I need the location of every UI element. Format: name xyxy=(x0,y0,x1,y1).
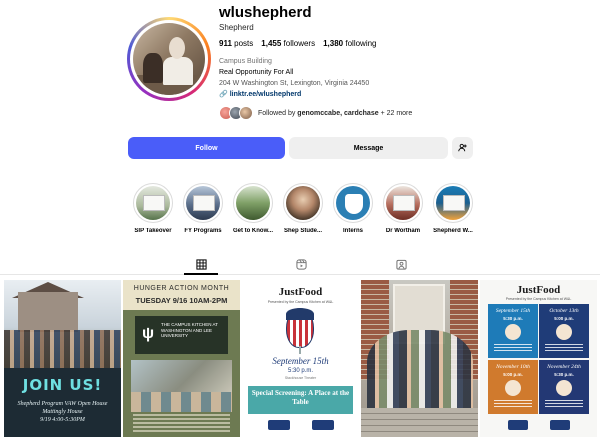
profile-avatar[interactable] xyxy=(127,17,211,101)
post-tile-justfood-screening[interactable]: JustFood Presented by the Campus Kitchen… xyxy=(242,280,359,437)
post-headline: JOIN US! xyxy=(22,376,103,394)
highlight-cover xyxy=(286,186,320,220)
highlight-cover xyxy=(136,186,170,220)
calendar-cell: October 13th 5:00 p.m. xyxy=(539,304,589,358)
post-logo-text: THE CAMPUS KITCHEN AT WASHINGTON AND LEE… xyxy=(161,322,218,338)
highlight-label: SIP Takeover xyxy=(134,228,172,234)
follow-button[interactable]: Follow xyxy=(128,137,285,159)
follower-avatar xyxy=(239,106,253,120)
highlight-label: Shep Stude... xyxy=(283,228,322,234)
tab-tagged[interactable] xyxy=(394,259,408,273)
post-caption: Shepherd Program VAW Open House Mattingl… xyxy=(17,401,108,423)
post-tile-hunger-action[interactable]: HUNGER ACTION MONTH TUESDAY 9/16 10AM-2P… xyxy=(123,280,240,437)
post-tile-group-photo[interactable] xyxy=(361,280,478,437)
highlight-shepherd-w[interactable]: Shepherd W... xyxy=(433,183,473,234)
highlight-interns[interactable]: Interns xyxy=(333,183,373,234)
tab-reels[interactable] xyxy=(294,259,308,273)
message-button[interactable]: Message xyxy=(289,137,448,159)
avatar-inner-ring xyxy=(130,20,208,98)
following-stat[interactable]: 1,380 following xyxy=(323,39,376,48)
profile-link-text[interactable]: linktr.ee/wlushepherd xyxy=(230,91,302,98)
highlight-label: Interns xyxy=(342,228,363,234)
profile-full-name: Shepherd xyxy=(219,23,254,32)
posts-grid: JOIN US! Shepherd Program VAW Open House… xyxy=(4,280,597,437)
post-date: September 15th xyxy=(272,356,329,366)
post-brand: JustFood xyxy=(516,284,561,296)
highlight-label: FY Programs xyxy=(184,228,222,234)
highlight-fy-programs[interactable]: FY Programs xyxy=(183,183,223,234)
highlight-cover xyxy=(186,186,220,220)
post-tile-justfood-calendar[interactable]: JustFood Presented by the Campus Kitchen… xyxy=(480,280,597,437)
post-time: 5:30 p.m. xyxy=(287,368,313,374)
fork-knife-icon: ψ xyxy=(141,325,155,342)
post-venue: Stackhouse Theater xyxy=(284,376,317,380)
highlight-cover xyxy=(436,186,470,220)
profile-address[interactable]: 204 W Washington St, Lexington, Virginia… xyxy=(219,80,369,87)
highlight-sip-takeover[interactable]: SIP Takeover xyxy=(133,183,173,234)
post-date: TUESDAY 9/16 10AM-2PM xyxy=(135,296,228,305)
highlight-label: Get to Know... xyxy=(232,228,274,234)
tab-posts[interactable] xyxy=(194,259,208,273)
story-highlights: SIP Takeover FY Programs Get to Know... … xyxy=(133,183,473,234)
post-brand: JustFood xyxy=(278,286,323,298)
ellipsis-icon[interactable]: ··· xyxy=(297,5,312,19)
posts-stat: 911 posts xyxy=(219,39,254,48)
post-title: HUNGER ACTION MONTH xyxy=(133,285,230,292)
post-subtitle: Presented by the Campus Kitchen at W&L xyxy=(267,300,334,304)
profile-bio: Real Opportunity For All xyxy=(219,69,294,76)
highlight-cover xyxy=(336,186,370,220)
profile-category: Campus Building xyxy=(219,58,272,65)
avatar-photo xyxy=(133,23,205,95)
suggest-accounts-button[interactable] xyxy=(452,137,473,159)
profile-link[interactable]: 🔗 linktr.ee/wlushepherd xyxy=(219,90,302,99)
calendar-cell: November 10th 5:00 p.m. xyxy=(488,360,538,414)
calendar-cell: September 15th 5:30 p.m. xyxy=(488,304,538,358)
highlight-get-to-know[interactable]: Get to Know... xyxy=(233,183,273,234)
add-person-icon xyxy=(458,143,467,154)
highlight-label: Dr Wortham xyxy=(385,228,421,234)
followed-by[interactable]: Followed by genomccabe, cardchase + 22 m… xyxy=(219,106,412,120)
highlight-cover xyxy=(386,186,420,220)
post-box-text: Special Screening: A Place at the Table xyxy=(251,389,350,406)
followed-by-text: Followed by genomccabe, cardchase + 22 m… xyxy=(258,109,413,117)
post-subtitle: Presented by the Campus Kitchen at W&L xyxy=(505,297,572,301)
post-tile-open-house[interactable]: JOIN US! Shepherd Program VAW Open House… xyxy=(4,280,121,437)
followers-stat[interactable]: 1,455 followers xyxy=(261,39,315,48)
profile-stats: 911 posts 1,455 followers 1,380 followin… xyxy=(219,39,377,48)
highlight-shep-students[interactable]: Shep Stude... xyxy=(283,183,323,234)
reels-icon xyxy=(295,257,307,275)
highlight-label: Shepherd W... xyxy=(433,228,473,234)
highlight-dr-wortham[interactable]: Dr Wortham xyxy=(383,183,423,234)
link-icon: 🔗 xyxy=(219,91,228,98)
highlight-cover xyxy=(236,186,270,220)
calendar-cell: November 24th 5:30 p.m. xyxy=(539,360,589,414)
grid-icon xyxy=(195,257,207,275)
sponsor-logos xyxy=(268,420,334,430)
tagged-icon xyxy=(395,257,407,275)
sponsor-logos xyxy=(508,420,570,430)
